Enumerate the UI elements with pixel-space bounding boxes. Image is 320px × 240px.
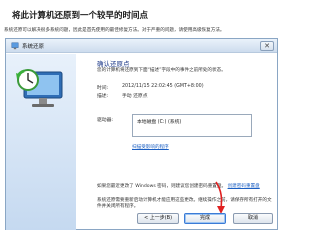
drive-item: 本地磁盘 (C:) (系统) bbox=[137, 120, 182, 125]
scan-affected-programs-link[interactable]: 扫描受影响的程序 bbox=[132, 144, 169, 150]
section-subtitle: 您的计算机将还原到下面“描述”字段中的事件之前所处的状态。 bbox=[97, 68, 226, 73]
close-button[interactable]: ✕ bbox=[260, 41, 274, 51]
page-description: 系统还原可以解决很多系统问题，因此是首先使用的最佳修复方法。对于严重的问题，请使… bbox=[4, 28, 225, 33]
dialog-title: 系统还原 bbox=[22, 44, 45, 50]
description-value: 手动 还原点 bbox=[122, 94, 148, 99]
time-value: 2012/11/15 22:02:45 (GMT+8:00) bbox=[122, 84, 204, 89]
drives-label: 驱动器: bbox=[97, 118, 114, 123]
password-reset-note: 如果您最近更改了 Windows 密码，则建议您创建密码重置盘。 创建密码重置盘 bbox=[97, 184, 272, 190]
password-note-text: 如果您最近更改了 Windows 密码，则建议您创建密码重置盘。 bbox=[97, 184, 227, 189]
description-label: 描述: bbox=[97, 94, 109, 99]
cancel-button[interactable]: 取消 bbox=[233, 213, 273, 224]
drives-list: 本地磁盘 (C:) (系统) bbox=[132, 114, 252, 137]
finish-button[interactable]: 完成 bbox=[184, 213, 226, 224]
restart-note: 系统还原需要重新启动计算机才能应用这些更改。继续操作之前，请保存所有打开的文件并… bbox=[97, 198, 272, 209]
monitor-restore-graphic bbox=[16, 69, 63, 107]
section-title: 确认还原点 bbox=[97, 60, 130, 68]
page-heading: 将此计算机还原到一个较早的时间点 bbox=[12, 11, 149, 21]
left-panel bbox=[6, 54, 76, 230]
back-button[interactable]: < 上一步(B) bbox=[137, 213, 179, 224]
time-label: 时间: bbox=[97, 86, 109, 91]
system-restore-dialog: 系统还原 ✕ 确认还原点 您的计算机将还原到下面“描述”字段中的事件之前所处的状… bbox=[5, 38, 278, 230]
red-arrow-annotation bbox=[215, 181, 225, 214]
dialog-titlebar: 系统还原 ✕ bbox=[6, 39, 277, 53]
dialog-content: 确认还原点 您的计算机将还原到下面“描述”字段中的事件之前所处的状态。 时间: … bbox=[82, 54, 274, 230]
create-reset-disk-link[interactable]: 创建密码重置盘 bbox=[228, 184, 260, 189]
system-restore-icon bbox=[11, 42, 19, 50]
